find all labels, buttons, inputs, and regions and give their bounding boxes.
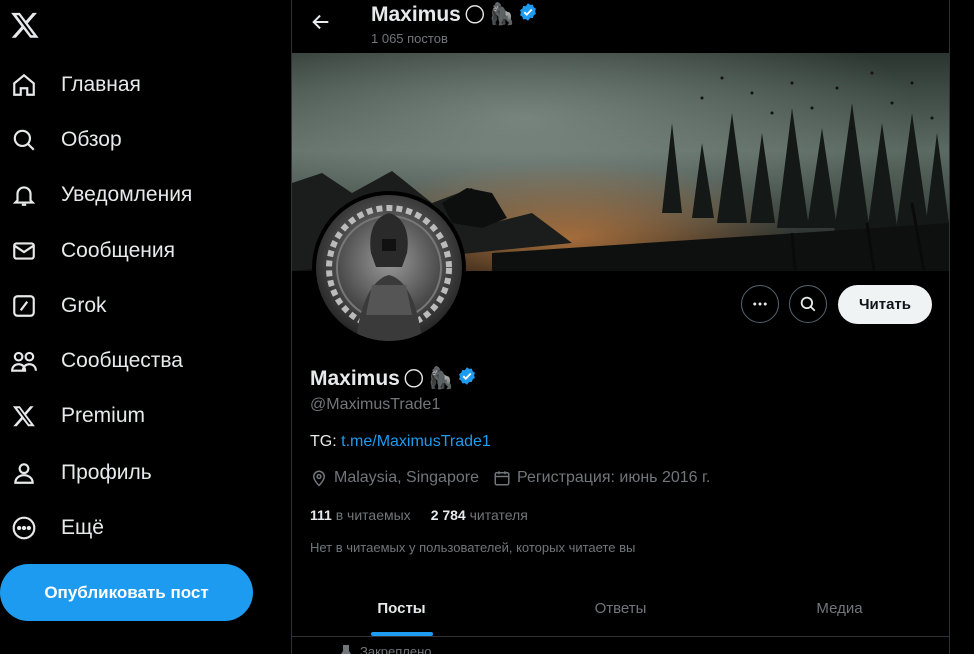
- nav-label: Premium: [61, 404, 146, 427]
- search-profile-button[interactable]: [789, 285, 827, 323]
- search-icon: [10, 126, 38, 154]
- moon-emoji: 🌕: [463, 3, 486, 27]
- display-name-text: Maximus: [310, 367, 400, 390]
- verified-badge-icon: [457, 366, 477, 392]
- gorilla-emoji: 🦍: [488, 3, 515, 26]
- nav-label: Сообщества: [61, 349, 183, 372]
- x-premium-icon: [10, 402, 38, 430]
- left-sidebar: Главная Обзор Уведомления Сообщения Grok…: [0, 0, 290, 654]
- following-label: в читаемых: [335, 507, 411, 523]
- tab-label: Ответы: [594, 599, 647, 617]
- nav-label: Grok: [61, 294, 107, 317]
- moon-emoji: 🌕: [402, 367, 425, 391]
- joined-text: Регистрация: июнь 2016 г.: [516, 469, 711, 486]
- tab-label: Медиа: [816, 599, 863, 617]
- followers-count: 2 784: [430, 507, 466, 523]
- followers-link[interactable]: 2 784 читателя: [431, 507, 528, 523]
- joined-item: Регистрация: июнь 2016 г.: [493, 469, 710, 487]
- pin-icon: [341, 644, 351, 654]
- verified-badge-icon: [518, 2, 538, 28]
- bio-telegram-link[interactable]: t.me/MaximusTrade1: [341, 433, 491, 450]
- active-tab-indicator: [370, 632, 433, 636]
- ellipsis-icon: [753, 302, 767, 306]
- grok-icon: [10, 292, 38, 320]
- publish-post-button[interactable]: Опубликовать пост: [0, 564, 253, 621]
- profile-handle: @MaximusTrade1: [310, 396, 441, 413]
- calendar-icon: [494, 471, 510, 486]
- header-profile-name: Maximus 🌕 🦍: [371, 2, 538, 28]
- following-count: 111: [310, 507, 332, 523]
- tab-replies[interactable]: Ответы: [511, 580, 730, 636]
- profile-tabs: Посты Ответы Медиа: [292, 580, 949, 637]
- profile-header-bar: Maximus 🌕 🦍 1 065 постов: [292, 0, 949, 52]
- following-link[interactable]: 111 в читаемых: [310, 507, 411, 523]
- tab-media[interactable]: Медиа: [730, 580, 949, 636]
- followers-label: читателя: [469, 507, 528, 523]
- more-circle-icon: [10, 514, 38, 542]
- nav-label: Главная: [61, 73, 141, 96]
- x-logo-icon[interactable]: [10, 10, 40, 40]
- nav-label: Обзор: [61, 128, 122, 151]
- more-options-button[interactable]: [741, 285, 779, 323]
- follow-button[interactable]: Читать: [838, 285, 932, 324]
- nav-label: Профиль: [61, 461, 152, 484]
- location-pin-icon: [312, 470, 326, 487]
- pinned-indicator: Закреплено: [340, 644, 432, 654]
- profile-avatar[interactable]: [312, 191, 466, 345]
- mail-icon: [10, 237, 38, 265]
- gorilla-emoji: 🦍: [427, 367, 454, 390]
- person-icon: [10, 459, 38, 487]
- follow-stats: 111 в читаемых 2 784 читателя: [310, 507, 528, 523]
- location-item: Malaysia, Singapore: [310, 469, 479, 487]
- profile-bio: TG: t.me/MaximusTrade1: [310, 433, 491, 451]
- communities-icon: [10, 347, 38, 375]
- profile-display-name: Maximus 🌕 🦍: [310, 366, 477, 392]
- header-name-text: Maximus: [371, 3, 461, 26]
- nav-label: Ещё: [61, 516, 104, 539]
- bio-prefix: TG:: [310, 433, 337, 450]
- pinned-label: Закреплено: [360, 644, 432, 654]
- tab-label: Посты: [377, 599, 426, 617]
- profile-column: Maximus 🌕 🦍 1 065 постов Читать Maximus …: [291, 0, 950, 654]
- location-text: Malaysia, Singapore: [334, 469, 479, 486]
- profile-meta: Malaysia, Singapore Регистрация: июнь 20…: [310, 469, 710, 487]
- nav-label: Сообщения: [61, 239, 175, 262]
- search-icon: [800, 296, 816, 312]
- posts-count: 1 065 постов: [371, 31, 448, 46]
- home-icon: [10, 71, 38, 99]
- nav-label: Уведомления: [61, 183, 193, 206]
- bell-icon: [10, 181, 38, 209]
- followed-by-note: Нет в читаемых у пользователей, которых …: [310, 540, 636, 555]
- back-arrow-icon[interactable]: [310, 11, 332, 33]
- tab-posts[interactable]: Посты: [292, 580, 511, 636]
